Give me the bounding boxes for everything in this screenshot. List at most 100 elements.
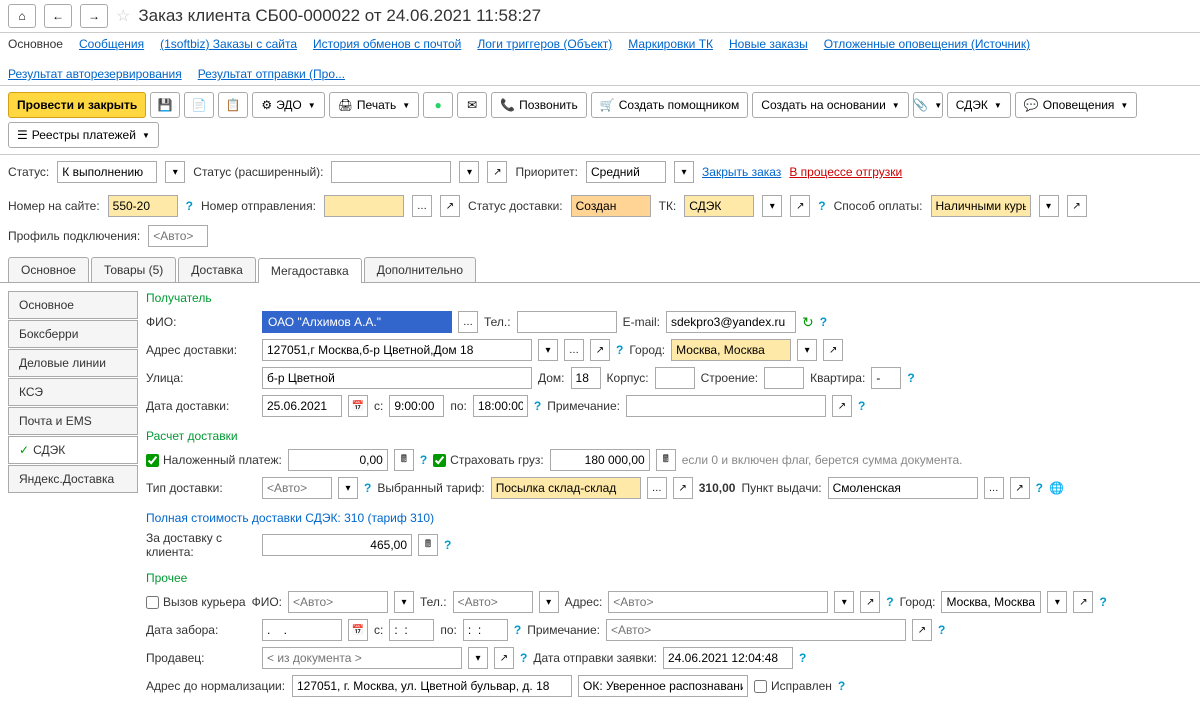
in-progress-link[interactable]: В процессе отгрузки (789, 165, 902, 179)
tariff-open[interactable]: ↗ (673, 477, 693, 499)
sidebar-main[interactable]: Основное (8, 291, 138, 319)
insure-checkbox[interactable]: Страховать груз: (433, 453, 544, 467)
help-icon[interactable]: ? (364, 481, 371, 495)
close-order-link[interactable]: Закрыть заказ (702, 165, 781, 179)
note-input[interactable] (626, 395, 826, 417)
norm-address-input[interactable] (292, 675, 572, 697)
type-dropdown[interactable]: ▾ (338, 477, 358, 499)
status-input[interactable] (57, 161, 157, 183)
payment-open[interactable]: ↗ (1067, 195, 1087, 217)
registry-button[interactable]: ☰ Реестры платежей▼ (8, 122, 159, 148)
note-open[interactable]: ↗ (832, 395, 852, 417)
help-icon[interactable]: ? (616, 343, 623, 357)
seller-open[interactable]: ↗ (494, 647, 514, 669)
help-icon[interactable]: ? (886, 595, 893, 609)
tab-megadelivery[interactable]: Мегадоставка (258, 258, 362, 283)
star-icon[interactable]: ☆ (116, 6, 130, 26)
cod-checkbox[interactable]: Наложенный платеж: (146, 453, 282, 467)
to-input[interactable] (473, 395, 528, 417)
edo-button[interactable]: ⚙ ЭДО▼ (252, 92, 324, 118)
doc-button[interactable]: 📋 (218, 92, 248, 118)
tab-main[interactable]: Основное (8, 257, 89, 282)
delivery-cost-input[interactable] (262, 534, 412, 556)
address-open[interactable]: ↗ (590, 339, 610, 361)
priority-input[interactable] (586, 161, 666, 183)
other-address-open[interactable]: ↗ (860, 591, 880, 613)
sidebar-business-lines[interactable]: Деловые линии (8, 349, 138, 377)
help-icon[interactable]: ? (907, 371, 914, 385)
tab-goods[interactable]: Товары (5) (91, 257, 176, 282)
point-open[interactable]: ↗ (1010, 477, 1030, 499)
other-tel-dropdown[interactable]: ▾ (539, 591, 559, 613)
status-ext-input[interactable] (331, 161, 451, 183)
sidebar-boxberry[interactable]: Боксберри (8, 320, 138, 348)
help-icon[interactable]: ? (799, 651, 806, 665)
ok-status-input[interactable] (578, 675, 748, 697)
sidebar-yandex[interactable]: Яндекс.Доставка (8, 465, 138, 493)
city-dropdown[interactable]: ▾ (797, 339, 817, 361)
korpus-input[interactable] (655, 367, 695, 389)
profile-input[interactable] (148, 225, 208, 247)
link-main[interactable]: Основное (8, 37, 63, 51)
request-date-input[interactable] (663, 647, 793, 669)
from-input[interactable] (389, 395, 444, 417)
pickup-note-open[interactable]: ↗ (912, 619, 932, 641)
pickup-note-input[interactable] (606, 619, 906, 641)
payment-input[interactable] (931, 195, 1031, 217)
print-button[interactable]: 🖨 Печать▼ (329, 92, 419, 118)
city-input[interactable] (671, 339, 791, 361)
insure-input[interactable] (550, 449, 650, 471)
pickup-date-picker[interactable]: 📅 (348, 619, 368, 641)
pickup-from-input[interactable] (389, 619, 434, 641)
sidebar-kse[interactable]: КСЭ (8, 378, 138, 406)
sidebar-cdek[interactable]: ✓СДЭК (8, 436, 138, 464)
point-browse[interactable]: … (984, 477, 1004, 499)
link-notifications[interactable]: Отложенные оповещения (Источник) (824, 37, 1030, 51)
status-dropdown[interactable]: ▾ (165, 161, 185, 183)
cod-input[interactable] (288, 449, 388, 471)
seller-dropdown[interactable]: ▾ (468, 647, 488, 669)
help-icon[interactable]: ? (520, 651, 527, 665)
street-input[interactable] (262, 367, 532, 389)
cod-calc[interactable]: 🖩 (394, 449, 414, 471)
shipment-browse[interactable]: … (412, 195, 432, 217)
cdek-button[interactable]: СДЭК▼ (947, 92, 1011, 118)
help-icon[interactable]: ? (818, 199, 825, 213)
save-button[interactable]: 💾 (150, 92, 180, 118)
address-browse[interactable]: … (564, 339, 584, 361)
link-mail-history[interactable]: История обменов с почтой (313, 37, 461, 51)
address-input[interactable] (262, 339, 532, 361)
point-input[interactable] (828, 477, 978, 499)
address-dropdown[interactable]: ▾ (538, 339, 558, 361)
seller-input[interactable] (262, 647, 462, 669)
site-number-input[interactable] (108, 195, 178, 217)
courier-checkbox[interactable]: Вызов курьера (146, 595, 246, 609)
tk-open[interactable]: ↗ (790, 195, 810, 217)
link-send-result[interactable]: Результат отправки (Про... (198, 67, 345, 81)
sidebar-post-ems[interactable]: Почта и EMS (8, 407, 138, 435)
whatsapp-button[interactable]: ● (423, 92, 453, 118)
pickup-date-input[interactable] (262, 619, 342, 641)
other-fio-input[interactable] (288, 591, 388, 613)
tel-input[interactable] (517, 311, 617, 333)
refresh-icon[interactable]: ↻ (802, 314, 814, 331)
help-icon[interactable]: ? (514, 623, 521, 637)
forward-button[interactable]: → (80, 4, 108, 28)
help-icon[interactable]: ? (1099, 595, 1106, 609)
type-input[interactable] (262, 477, 332, 499)
link-new-orders[interactable]: Новые заказы (729, 37, 808, 51)
attach-button[interactable]: 📎▼ (913, 92, 943, 118)
help-icon[interactable]: ? (186, 199, 193, 213)
tk-dropdown[interactable]: ▾ (762, 195, 782, 217)
back-button[interactable]: ← (44, 4, 72, 28)
link-orders[interactable]: (1softbiz) Заказы с сайта (160, 37, 297, 51)
tab-delivery[interactable]: Доставка (178, 257, 256, 282)
fio-browse[interactable]: … (458, 311, 478, 333)
building-input[interactable] (764, 367, 804, 389)
mail-button[interactable]: ✉ (457, 92, 487, 118)
other-tel-input[interactable] (453, 591, 533, 613)
call-button[interactable]: 📞 Позвонить (491, 92, 587, 118)
insure-calc[interactable]: 🖩 (656, 449, 676, 471)
status-ext-dropdown[interactable]: ▾ (459, 161, 479, 183)
date-input[interactable] (262, 395, 342, 417)
